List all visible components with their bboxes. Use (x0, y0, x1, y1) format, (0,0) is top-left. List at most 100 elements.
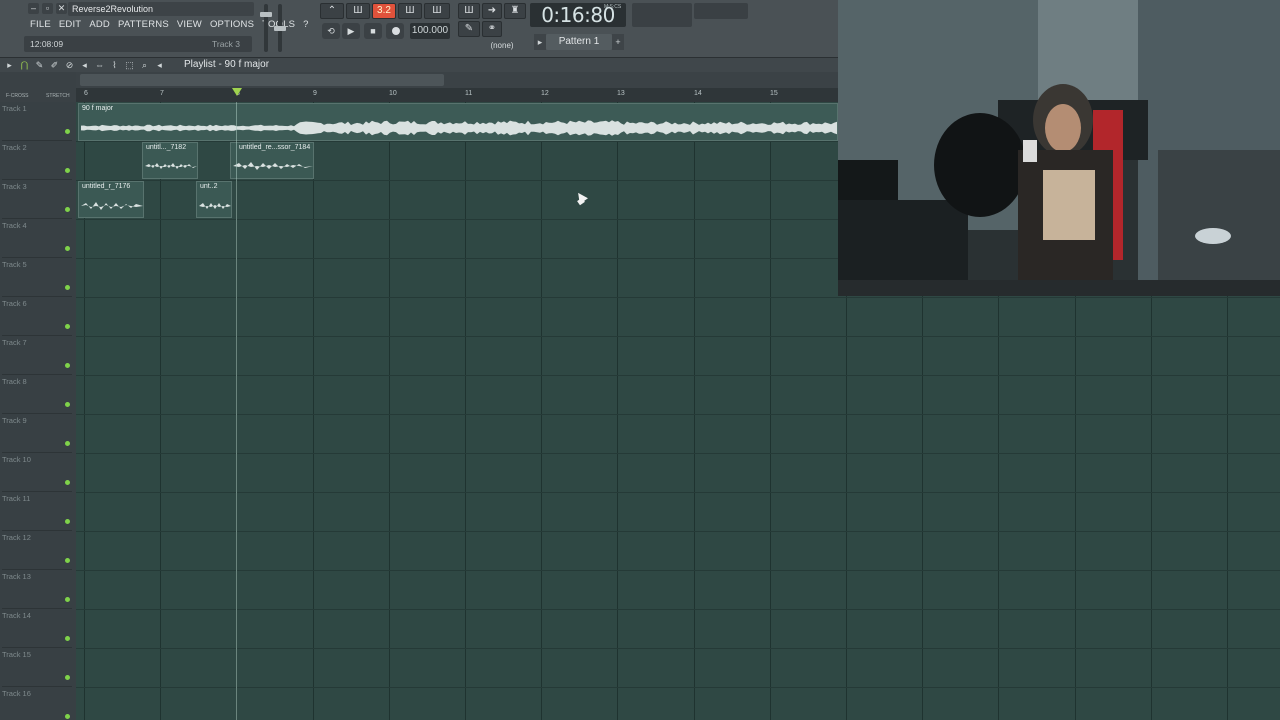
horizontal-scrollbar[interactable] (80, 74, 444, 86)
track-led-icon[interactable] (65, 636, 70, 641)
bar-ruler[interactable] (76, 88, 838, 102)
slice-icon[interactable]: ⌇ (109, 58, 120, 72)
arrow-right-icon[interactable]: ▸ (4, 58, 15, 72)
pattern-song-toggle[interactable]: 3.2 (372, 3, 396, 19)
menu-help[interactable]: ? (299, 18, 312, 32)
track-header[interactable]: Track 10 (2, 453, 72, 492)
master-volume-knob[interactable] (260, 12, 272, 17)
track-led-icon[interactable] (65, 597, 70, 602)
paint-icon[interactable]: ✐ (49, 58, 60, 72)
playlist-tools: ▸ ⋂ ✎ ✐ ⊘ ◂ ⇔ ⌇ ⬚ ⌕ ◂ (4, 58, 165, 72)
grid-vline (160, 102, 161, 720)
pencil-icon[interactable]: ✎ (34, 58, 45, 72)
track-led-icon[interactable] (65, 168, 70, 173)
cpu-monitor (632, 3, 692, 27)
track-name: Track 14 (2, 611, 31, 620)
track-header[interactable]: Track 15 (2, 648, 72, 687)
clip-name: 90 f major (82, 105, 114, 112)
audio-clip[interactable]: untitled_re...ssor_7184 (230, 142, 314, 179)
menu-file[interactable]: FILE (26, 18, 55, 32)
track-led-icon[interactable] (65, 558, 70, 563)
grid-vline (617, 102, 618, 720)
grid-vline (313, 102, 314, 720)
track-led-icon[interactable] (65, 129, 70, 134)
play-icon[interactable]: ▶ (342, 23, 360, 39)
track-header[interactable]: Track 14 (2, 609, 72, 648)
link-icon[interactable]: ⚭ (482, 21, 502, 37)
tempo-display[interactable]: 100.000 (410, 23, 450, 39)
track-led-icon[interactable] (65, 714, 70, 719)
track-header[interactable]: Track 5 (2, 258, 72, 297)
loop-record-icon[interactable]: Ш (424, 3, 450, 19)
track-led-icon[interactable] (65, 519, 70, 524)
arrow-icon[interactable]: ➜ (482, 3, 502, 19)
hint-track: Track 3 (212, 39, 241, 49)
playhead-marker[interactable] (232, 88, 242, 96)
delete-icon[interactable]: ⊘ (64, 58, 75, 72)
track-header[interactable]: Track 3 (2, 180, 72, 219)
pattern-add-icon[interactable]: + (612, 34, 624, 50)
window-title: Reverse2Revolution (72, 4, 154, 14)
ruler-left-label-1[interactable]: F-CROSS (6, 93, 29, 99)
minimize-icon[interactable]: – (28, 3, 39, 14)
track-name: Track 6 (2, 299, 27, 308)
track-header[interactable]: Track 8 (2, 375, 72, 414)
grid-hline (76, 414, 1280, 415)
track-led-icon[interactable] (65, 675, 70, 680)
track-header[interactable]: Track 2 (2, 141, 72, 180)
ruler-tick-label: 13 (617, 90, 625, 97)
audio-clip[interactable]: untitl..._7182 (142, 142, 198, 179)
pattern-selector[interactable]: Pattern 1 (546, 34, 612, 50)
audio-clip[interactable]: unt..2 (196, 181, 232, 218)
track-led-icon[interactable] (65, 480, 70, 485)
track-led-icon[interactable] (65, 363, 70, 368)
magnet-icon[interactable]: ⋂ (19, 58, 30, 72)
track-led-icon[interactable] (65, 402, 70, 407)
menu-view[interactable]: VIEW (173, 18, 206, 32)
stop-icon[interactable]: ■ (364, 23, 382, 39)
typing-keyboard-icon[interactable]: ♜ (504, 3, 526, 19)
track-header[interactable]: Track 13 (2, 570, 72, 609)
recording-filter-icon[interactable]: Ш (458, 3, 480, 19)
playback-icon[interactable]: ◂ (154, 58, 165, 72)
close-icon[interactable]: ✕ (56, 3, 67, 14)
clip-waveform (81, 120, 837, 136)
master-pitch-knob[interactable] (274, 26, 286, 31)
loop-icon[interactable]: ⟲ (322, 23, 340, 39)
ruler-left-label-2[interactable]: STRETCH (46, 93, 70, 99)
track-header[interactable]: Track 16 (2, 687, 72, 720)
step-edit-icon[interactable]: Ш (398, 3, 422, 19)
track-header[interactable]: Track 1 (2, 102, 72, 141)
track-led-icon[interactable] (65, 441, 70, 446)
restore-icon[interactable]: ▫ (42, 3, 53, 14)
track-header-column: Track 1 Track 2 Track 3 Track 4 Track 5 Track… (0, 102, 76, 720)
track-header[interactable]: Track 9 (2, 414, 72, 453)
track-header[interactable]: Track 6 (2, 297, 72, 336)
track-header[interactable]: Track 12 (2, 531, 72, 570)
track-led-icon[interactable] (65, 246, 70, 251)
menu-add[interactable]: ADD (85, 18, 114, 32)
wait-input-icon[interactable]: Ш (346, 3, 370, 19)
audio-clip[interactable]: untitled_r_7176 (78, 181, 144, 218)
menu-options[interactable]: OPTIONS (206, 18, 258, 32)
menu-edit[interactable]: EDIT (55, 18, 85, 32)
audio-clip[interactable]: 90 f major (78, 103, 838, 141)
menu-patterns[interactable]: PATTERNS (114, 18, 173, 32)
zoom-icon[interactable]: ⌕ (139, 58, 150, 72)
track-led-icon[interactable] (65, 324, 70, 329)
track-led-icon[interactable] (65, 207, 70, 212)
track-led-icon[interactable] (65, 285, 70, 290)
mute-icon[interactable]: ◂ (79, 58, 90, 72)
track-header[interactable]: Track 4 (2, 219, 72, 258)
time-units-label: M:S:CS (604, 4, 622, 10)
select-icon[interactable]: ⬚ (124, 58, 135, 72)
track-header[interactable]: Track 7 (2, 336, 72, 375)
snap-selector[interactable]: (none) (480, 40, 524, 52)
grid-vline (465, 102, 466, 720)
grid-vline (389, 102, 390, 720)
brush-icon[interactable]: ✎ (458, 21, 480, 37)
metronome-icon[interactable]: ⌃ (320, 3, 344, 19)
slip-icon[interactable]: ⇔ (94, 58, 105, 72)
pattern-prev-icon[interactable]: ▸ (534, 34, 546, 50)
track-header[interactable]: Track 11 (2, 492, 72, 531)
